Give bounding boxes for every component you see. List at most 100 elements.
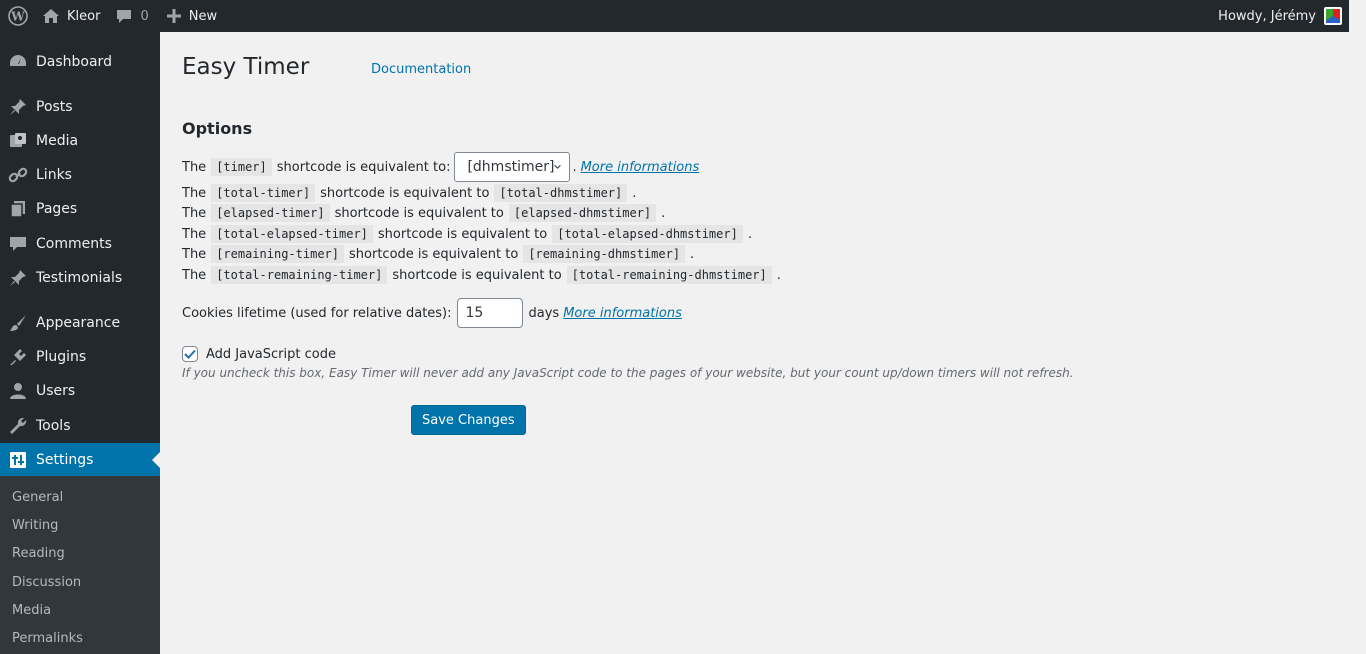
plus-icon (166, 9, 181, 23)
plugin-icon (0, 347, 36, 367)
sidebar-item-comments[interactable]: Comments (0, 227, 160, 261)
sidebar-item-dashboard[interactable]: Dashboard (0, 45, 160, 79)
shortcode: [total-timer] (211, 184, 316, 202)
javascript-checkbox[interactable] (182, 346, 198, 362)
cookies-row: Cookies lifetime (used for relative date… (182, 298, 682, 328)
sidebar-item-label: Pages (36, 201, 78, 217)
row-end: . (690, 246, 695, 262)
timer-select[interactable]: [dhmstimer] (454, 152, 571, 182)
sidebar-item-settings[interactable]: Settings (0, 443, 160, 477)
documentation-link[interactable]: Documentation (371, 62, 471, 77)
comment-icon (117, 10, 132, 23)
save-changes-button[interactable]: Save Changes (411, 405, 526, 435)
submenu-item-media[interactable]: Media (12, 603, 51, 618)
cookies-lifetime-input[interactable]: 15 (456, 298, 523, 328)
sidebar-item-posts[interactable]: Posts (0, 90, 160, 124)
row-end: . (632, 185, 637, 201)
settings-icon (0, 450, 36, 470)
site-name: Kleor (67, 8, 101, 24)
cookies-label: Cookies lifetime (used for relative date… (182, 305, 452, 321)
sidebar-item-label: Tools (36, 418, 71, 434)
shortcode: [total-elapsed-timer] (211, 225, 373, 243)
sidebar-item-plugins[interactable]: Plugins (0, 340, 160, 374)
more-informations-link[interactable]: More informations (581, 160, 700, 175)
sidebar-item-media[interactable]: Media (0, 124, 160, 158)
sidebar-item-pages[interactable]: Pages (0, 192, 160, 226)
shortcode: [total-remaining-timer] (211, 266, 388, 284)
sidebar-item-appearance[interactable]: Appearance (0, 306, 160, 340)
svg-text:W: W (10, 10, 25, 24)
equivalence-row: The [total-elapsed-timer] shortcode is e… (182, 225, 752, 243)
shortcode: [timer] (211, 158, 272, 176)
submenu-item-general[interactable]: General (12, 490, 63, 505)
pin-icon (0, 268, 36, 288)
howdy-text: Howdy, Jérémy (1218, 8, 1316, 24)
target-shortcode: [total-remaining-dhmstimer] (566, 266, 772, 284)
link-icon (0, 165, 36, 185)
dashboard-icon (0, 52, 36, 72)
target-shortcode: [total-elapsed-dhmstimer] (552, 225, 743, 243)
comment-icon (0, 234, 36, 254)
row-text: shortcode is equivalent to: (276, 159, 451, 175)
sidebar-item-label: Plugins (36, 349, 87, 365)
row-text: shortcode is equivalent to (349, 246, 519, 262)
equivalence-row: The [total-timer] shortcode is equivalen… (182, 184, 636, 202)
sidebar-item-tools[interactable]: Tools (0, 409, 160, 443)
user-icon (0, 381, 36, 401)
row-prefix: The (182, 226, 207, 242)
new-label: New (188, 8, 218, 24)
select-value: [dhmstimer] (467, 159, 555, 175)
target-shortcode: [elapsed-dhmstimer] (508, 204, 657, 222)
target-shortcode: [total-dhmstimer] (494, 184, 628, 202)
equivalence-row: The [elapsed-timer] shortcode is equival… (182, 204, 665, 222)
submenu-item-discussion[interactable]: Discussion (12, 575, 81, 590)
cookies-lifetime-value: 15 (465, 305, 484, 321)
sidebar-item-label: Links (36, 167, 72, 183)
pages-icon (0, 199, 36, 219)
more-informations-link[interactable]: More informations (563, 306, 682, 321)
row-prefix: The (182, 205, 207, 221)
sidebar-item-label: Testimonials (36, 270, 123, 286)
checkmark-icon (184, 349, 196, 359)
brush-icon (0, 313, 36, 333)
comments-link[interactable]: 0 (108, 0, 158, 32)
sidebar-item-links[interactable]: Links (0, 158, 160, 192)
row-text: shortcode is equivalent to (392, 267, 562, 283)
equivalence-row: The [remaining-timer] shortcode is equiv… (182, 245, 694, 263)
media-icon (0, 131, 36, 151)
row-prefix: The (182, 246, 207, 262)
section-title: Options (182, 119, 253, 138)
submenu-item-reading[interactable]: Reading (12, 546, 65, 561)
new-content-link[interactable]: New (159, 0, 225, 32)
row-end: . (776, 267, 781, 283)
row-text: shortcode is equivalent to (377, 226, 548, 242)
site-name-link[interactable]: Kleor (36, 0, 108, 32)
account-menu[interactable]: Howdy, Jérémy (1218, 0, 1342, 32)
sidebar-item-label: Appearance (36, 315, 121, 331)
row-prefix: The (182, 159, 207, 175)
sidebar-item-label: Media (36, 133, 79, 149)
sidebar-item-label: Users (36, 383, 76, 399)
submenu-item-permalinks[interactable]: Permalinks (12, 631, 83, 646)
settings-submenu: General Writing Reading Discussion Media… (0, 476, 160, 654)
chevron-down-icon (554, 164, 562, 169)
timer-shortcode-row: The [timer] shortcode is equivalent to: … (182, 152, 699, 182)
scrollbar[interactable] (1349, 0, 1366, 654)
submenu-item-writing[interactable]: Writing (12, 518, 58, 533)
home-icon (43, 9, 59, 23)
sidebar-item-label: Comments (36, 236, 112, 252)
row-prefix: The (182, 267, 207, 283)
cookies-unit: days (528, 305, 560, 321)
pin-icon (0, 97, 36, 117)
sidebar-item-users[interactable]: Users (0, 374, 160, 408)
sidebar-item-label: Posts (36, 99, 73, 115)
javascript-row: Add JavaScript code (182, 346, 336, 362)
sidebar-item-testimonials[interactable]: Testimonials (0, 261, 160, 295)
comments-count: 0 (140, 8, 149, 24)
row-separator: . (572, 159, 577, 175)
target-shortcode: [remaining-dhmstimer] (523, 245, 686, 263)
javascript-label[interactable]: Add JavaScript code (206, 347, 336, 362)
row-text: shortcode is equivalent to (320, 185, 490, 201)
equivalence-row: The [total-remaining-timer] shortcode is… (182, 266, 781, 284)
wordpress-logo-icon[interactable]: W (0, 0, 36, 32)
